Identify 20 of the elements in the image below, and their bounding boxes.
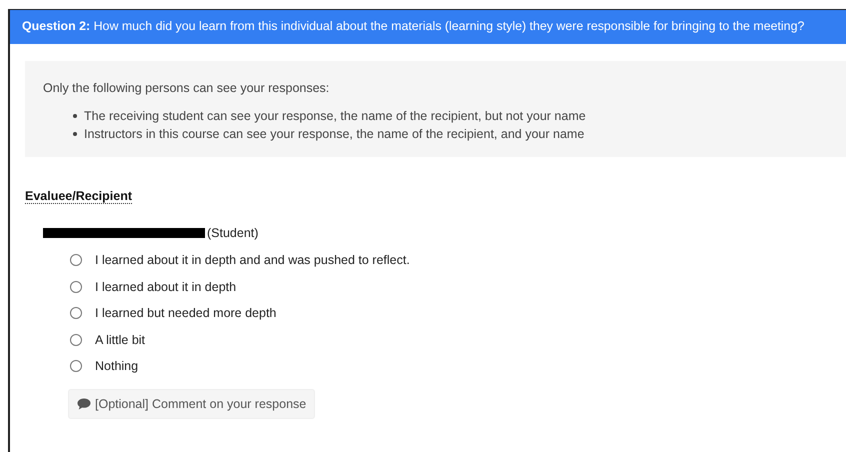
speech-bubble-icon — [77, 398, 91, 410]
option-label[interactable]: A little bit — [95, 332, 146, 347]
radio-button[interactable] — [70, 254, 82, 266]
notice-intro: Only the following persons can see your responses: — [43, 81, 330, 95]
option-label[interactable]: I learned about it in depth — [95, 280, 236, 294]
radio-button[interactable] — [70, 307, 82, 320]
comment-button[interactable]: [Optional] Comment on your response — [68, 388, 316, 418]
bullet-icon — [73, 114, 77, 118]
bullet-icon — [73, 132, 77, 136]
notice-item: The receiving student can see your response, the name of the recipient, but not your name — [84, 109, 586, 123]
radio-button[interactable] — [70, 280, 82, 293]
recipient-role: (Student) — [207, 226, 258, 240]
notice-item: Instructors in this course can see your response, the name of the recipient, and your name — [84, 127, 584, 141]
radio-button[interactable] — [70, 360, 82, 372]
option-label[interactable]: I learned about it in depth and and was pushed to reflect. — [95, 253, 410, 268]
option-label[interactable]: Nothing — [95, 359, 138, 374]
evaluee-heading: Evaluee/Recipient — [25, 189, 132, 204]
question-text: Question 2: How much did you learn from this individual about the materials (learning style) they were responsible for bringing to the meeting? — [22, 19, 804, 33]
option-label[interactable]: I learned but needed more depth — [95, 306, 276, 320]
radio-button[interactable] — [70, 334, 82, 346]
